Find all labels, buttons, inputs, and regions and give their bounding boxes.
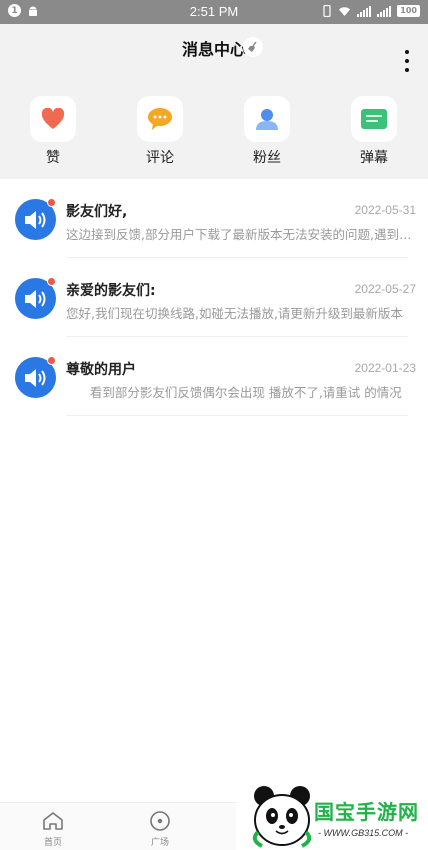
tab-label: 首页 [43, 838, 62, 848]
title-row: 消息中心 [0, 36, 428, 72]
dot [405, 50, 409, 54]
category-label: 赞 [46, 150, 60, 166]
unread-dot [47, 198, 56, 207]
category-row: 赞 评论 粉丝 弹幕 [0, 96, 428, 166]
tab-label: 广场 [150, 838, 169, 848]
plaza-icon [148, 809, 172, 833]
message-preview: 您好,我们现在切换线路,如碰无法播放,请更新升级到最新版本 [66, 306, 403, 321]
tab-plaza[interactable]: 广场 [130, 809, 190, 848]
broom-icon [248, 41, 257, 52]
category-label: 评论 [146, 150, 174, 166]
likes-icon-box [30, 96, 76, 142]
divider [66, 415, 408, 416]
list-item[interactable]: 影友们好, 2022-05-31 这边接到反馈,部分用户下载了最新版本无法安装的… [0, 179, 428, 259]
status-bar: 1 2:51 PM 100 [0, 0, 428, 24]
wifi-icon [339, 6, 351, 16]
user-icon [256, 109, 278, 130]
signal-icon [377, 5, 392, 17]
category-danmaku[interactable]: 弹幕 [344, 96, 404, 167]
speaker-icon [24, 289, 45, 308]
fans-icon-box [244, 96, 290, 142]
unread-dot [47, 277, 56, 286]
category-likes[interactable]: 赞 [23, 96, 83, 167]
more-options-button[interactable] [402, 50, 412, 72]
watermark-brand: 国宝手游网 [314, 800, 419, 824]
battery-icon: 100 [397, 5, 420, 17]
message-date: 2022-01-23 [354, 361, 416, 375]
speaker-icon [24, 368, 45, 387]
category-fans[interactable]: 粉丝 [237, 96, 297, 167]
home-icon [41, 809, 65, 833]
clear-unread-button[interactable] [243, 37, 263, 57]
list-item[interactable]: 亲爱的影友们: 2022-05-27 您好,我们现在切换线路,如碰无法播放,请更… [0, 258, 428, 338]
message-title: 影友们好, [66, 204, 128, 220]
page-title: 消息中心 [181, 40, 246, 59]
category-comments[interactable]: 评论 [130, 96, 190, 167]
unread-dot [47, 356, 56, 365]
signal-icon [357, 5, 372, 17]
heart-icon [41, 108, 65, 129]
message-date: 2022-05-27 [354, 282, 416, 296]
danmaku-icon [361, 109, 387, 129]
category-label: 弹幕 [360, 150, 388, 166]
speaker-icon [24, 210, 45, 229]
header: 消息中心 赞 评论 粉丝 弹幕 [0, 24, 428, 179]
danmaku-icon-box [351, 96, 397, 142]
chat-bubble-icon [148, 108, 172, 130]
message-preview: 看到部分影友们反馈偶尔会出现 播放不了,请重试 的情况 [66, 385, 402, 400]
message-title: 尊敬的用户 [66, 362, 136, 378]
tab-home[interactable]: 首页 [23, 809, 83, 848]
watermark: 国宝手游网 - WWW.GB315.COM - [236, 778, 428, 850]
dot [405, 68, 409, 72]
message-date: 2022-05-31 [354, 203, 416, 217]
message-title: 亲爱的影友们: [66, 283, 156, 299]
comments-icon-box [137, 96, 183, 142]
list-item[interactable]: 尊敬的用户 2022-01-23 看到部分影友们反馈偶尔会出现 播放不了,请重试… [0, 337, 428, 417]
dot [405, 59, 409, 63]
vibrate-icon [323, 5, 331, 17]
category-label: 粉丝 [253, 150, 281, 166]
message-preview: 这边接到反馈,部分用户下载了最新版本无法安装的问题,遇到问题的用户请卸载后重新安… [66, 227, 416, 242]
watermark-url: - WWW.GB315.COM - [318, 828, 409, 838]
panda-logo-icon [252, 786, 312, 848]
